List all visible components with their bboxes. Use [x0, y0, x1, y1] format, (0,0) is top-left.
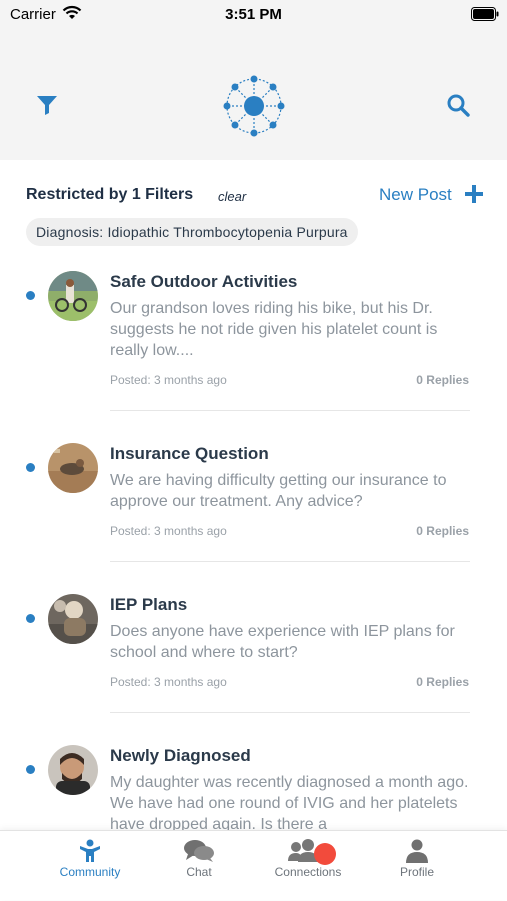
post-title: IEP Plans	[110, 595, 188, 614]
network-logo-icon	[222, 74, 286, 143]
tab-bar: Community Chat Connections Profile	[0, 830, 507, 900]
status-bar: Carrier 3:51 PM	[0, 0, 507, 30]
tab-label: Chat	[186, 865, 212, 879]
post-title: Safe Outdoor Activities	[110, 272, 298, 291]
post-body: My daughter was recently diagnosed a mon…	[110, 774, 469, 833]
clock: 3:51 PM	[225, 6, 282, 23]
unread-dot	[26, 614, 35, 623]
tab-label: Community	[59, 865, 121, 879]
plus-icon[interactable]	[465, 185, 483, 208]
reply-count[interactable]: 0 Replies	[416, 675, 469, 689]
unread-dot	[26, 291, 35, 300]
post-date: Posted: 3 months ago	[110, 675, 227, 689]
tab-profile[interactable]: Profile	[357, 831, 477, 901]
battery-icon	[471, 7, 499, 25]
reply-count[interactable]: 0 Replies	[416, 524, 469, 538]
unread-dot	[26, 463, 35, 472]
filter-chip[interactable]: Diagnosis: Idiopathic Thrombocytopenia P…	[26, 218, 358, 246]
tab-community[interactable]: Community	[30, 831, 150, 901]
header	[0, 30, 507, 160]
post-body: Does anyone have experience with IEP pla…	[110, 623, 455, 661]
divider	[110, 712, 470, 713]
avatar	[48, 443, 98, 493]
post-body: Our grandson loves riding his bike, but …	[110, 300, 438, 359]
post-date: Posted: 3 months ago	[110, 524, 227, 538]
chat-icon	[139, 839, 259, 868]
notification-badge	[314, 843, 336, 865]
filters-row: Restricted by 1 Filters clear New Post	[0, 180, 507, 210]
clear-filters-button[interactable]: clear	[218, 189, 246, 204]
tab-label: Connections	[274, 865, 342, 879]
tab-connections[interactable]: Connections	[248, 831, 368, 901]
connections-icon	[248, 839, 368, 868]
avatar	[48, 594, 98, 644]
avatar	[48, 271, 98, 321]
tab-label: Profile	[399, 865, 434, 879]
reply-count[interactable]: 0 Replies	[416, 373, 469, 387]
profile-icon	[357, 839, 477, 868]
filters-title: Restricted by 1 Filters	[26, 186, 194, 203]
post-title: Insurance Question	[110, 444, 269, 463]
unread-dot	[26, 765, 35, 774]
avatar	[48, 745, 98, 795]
post-title: Newly Diagnosed	[110, 746, 251, 765]
search-icon[interactable]	[446, 93, 470, 122]
community-icon	[30, 839, 150, 868]
filter-icon[interactable]	[36, 94, 58, 121]
post-date: Posted: 3 months ago	[110, 373, 227, 387]
post-body: We are having difficulty getting our ins…	[110, 472, 447, 510]
new-post-button[interactable]: New Post	[379, 185, 452, 205]
tab-chat[interactable]: Chat	[139, 831, 259, 901]
divider	[110, 561, 470, 562]
divider	[110, 410, 470, 411]
